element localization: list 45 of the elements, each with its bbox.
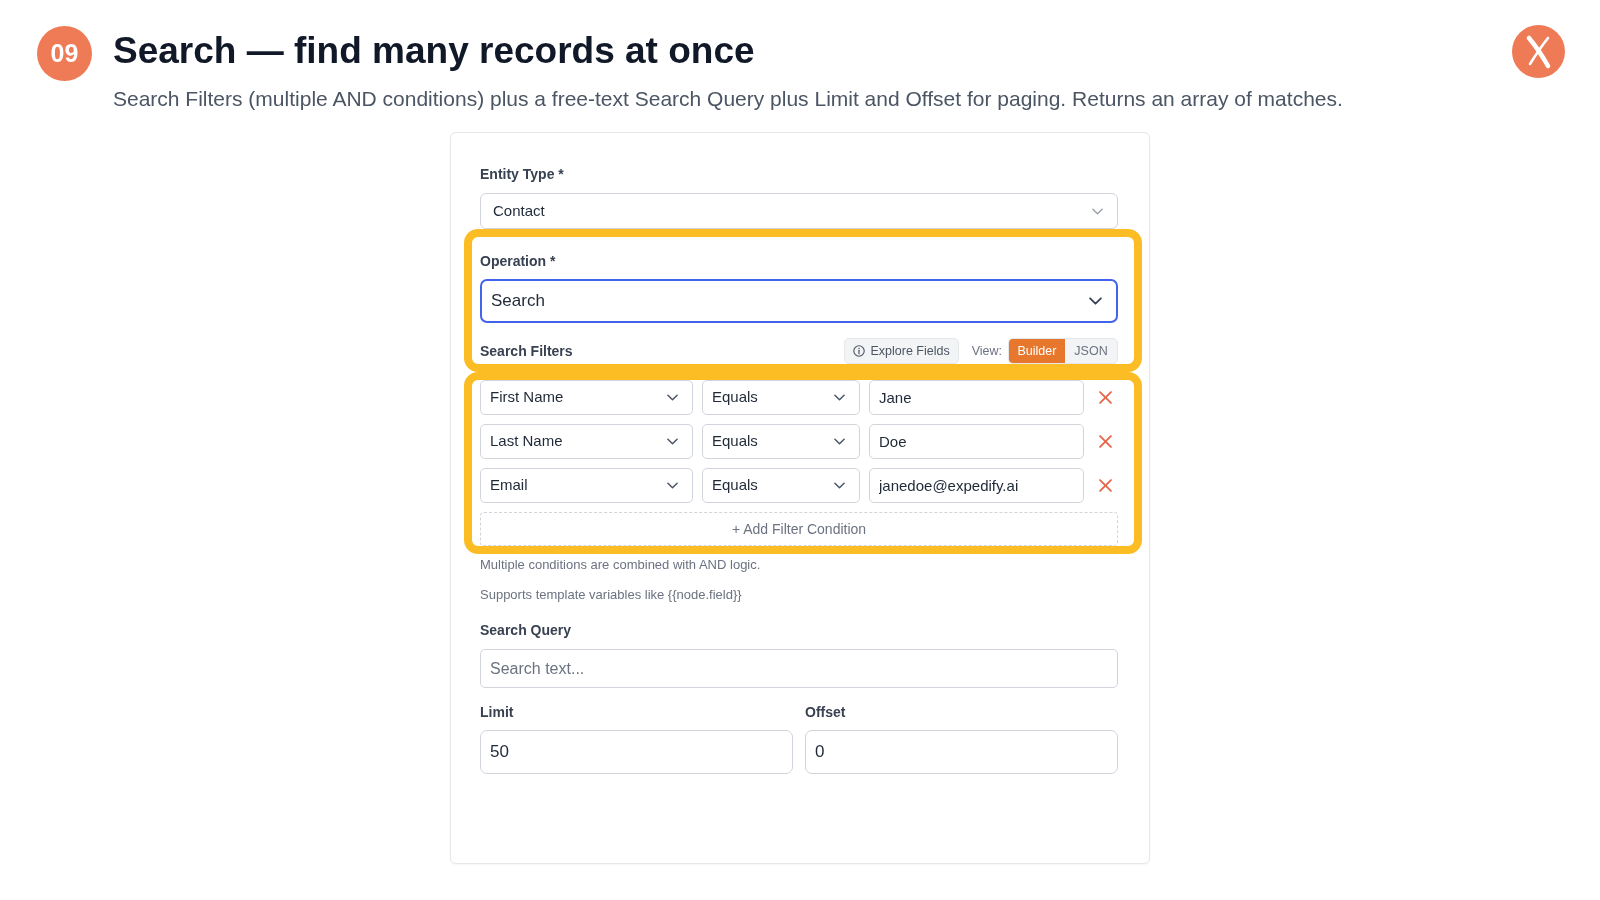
offset-input[interactable]: 0 <box>805 730 1118 774</box>
chevron-down-icon <box>667 482 678 489</box>
search-query-input[interactable]: Search text... <box>480 649 1118 688</box>
operator-dropdown[interactable]: Equals <box>702 424 860 459</box>
chevron-down-icon <box>667 394 678 401</box>
operation-dropdown[interactable]: Search <box>480 279 1118 323</box>
operator-dropdown[interactable]: Equals <box>702 380 860 415</box>
step-number-badge: 09 <box>37 26 92 81</box>
field-label: Search Query <box>480 621 573 640</box>
field-label: Operation * <box>480 252 557 271</box>
remove-condition-button[interactable] <box>1099 391 1112 404</box>
field-label: Offset <box>805 703 847 722</box>
field-dropdown[interactable]: Last Name <box>480 424 693 459</box>
field-label: Entity Type * <box>480 165 565 184</box>
field-label: Search Filters <box>480 342 573 361</box>
value-input[interactable]: Jane <box>869 380 1084 415</box>
value-input[interactable]: janedoe@expedify.ai <box>869 468 1084 503</box>
chevron-down-icon <box>834 482 845 489</box>
chevron-down-icon <box>834 438 845 445</box>
slide-subtitle: Search Filters (multiple AND conditions) plus a free-text Search Query plus Limit and Offset for paging. Returns an array of matches. <box>113 86 1343 112</box>
field-label: Limit <box>480 703 515 722</box>
close-icon <box>1099 479 1112 492</box>
chevron-down-icon <box>1089 297 1102 305</box>
limit-input[interactable]: 50 <box>480 730 793 774</box>
close-icon <box>1099 435 1112 448</box>
operator-dropdown[interactable]: Equals <box>702 468 860 503</box>
field-dropdown[interactable]: Email <box>480 468 693 503</box>
add-filter-button[interactable]: + Add Filter Condition <box>480 512 1118 546</box>
info-icon <box>853 345 866 357</box>
slide-title: Search — find many records at once <box>113 29 756 73</box>
field-dropdown[interactable]: First Name <box>480 380 693 415</box>
entity-type-dropdown[interactable]: Contact <box>480 193 1118 229</box>
close-icon <box>1099 391 1112 404</box>
chevron-down-icon <box>667 438 678 445</box>
remove-condition-button[interactable] <box>1099 479 1112 492</box>
logo-icon <box>1512 25 1565 78</box>
value-input[interactable]: Doe <box>869 424 1084 459</box>
remove-condition-button[interactable] <box>1099 435 1112 448</box>
explore-fields-button[interactable]: Explore Fields <box>844 338 959 364</box>
view-tab[interactable]: JSON <box>1065 339 1117 363</box>
help-text: Multiple conditions are combined with AND logic. <box>480 557 762 573</box>
chevron-down-icon <box>1092 207 1103 215</box>
view-label: View: <box>971 342 1002 360</box>
chevron-down-icon <box>834 394 845 401</box>
help-text: Supports template variables like {{node.field}} <box>480 587 743 603</box>
